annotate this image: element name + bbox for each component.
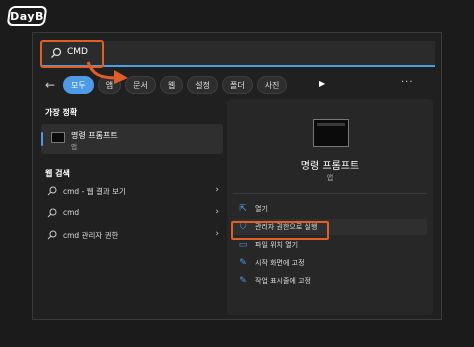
web-result-item[interactable]: cmd - 웹 결과 보기 ›	[41, 181, 223, 201]
action-list: ⇱ 열기 ⛉ 관리자 권한으로 실행 ▭ 파일 위치 열기 ✎ 시작 화면에 고…	[233, 201, 427, 291]
action-label: 작업 표시줄에 고정	[255, 277, 311, 285]
action-pin-to-start[interactable]: ✎ 시작 화면에 고정	[233, 255, 427, 271]
best-match-name: 명령 프롬프트	[71, 131, 118, 140]
detail-pane: 명령 프롬프트 앱 ⇱ 열기 ⛉ 관리자 권한으로 실행 ▭ 파일 위치 열기 …	[227, 99, 433, 315]
web-result-label: cmd 관리자 권한	[63, 231, 119, 240]
web-result-label: cmd	[63, 208, 80, 217]
more-options-icon[interactable]: ···	[401, 77, 414, 88]
play-icon[interactable]: ▶	[319, 79, 325, 88]
detail-app-name: 명령 프롬프트	[300, 161, 360, 172]
best-match-heading: 가장 정확	[45, 108, 78, 117]
back-arrow-icon[interactable]: ←	[41, 76, 59, 94]
watermark-logo: DayB	[8, 6, 46, 26]
web-search-heading: 웹 검색	[45, 169, 70, 178]
web-result-label: cmd - 웹 결과 보기	[63, 187, 126, 196]
action-label: 열기	[255, 205, 268, 213]
web-result-item[interactable]: cmd ›	[41, 203, 223, 223]
chevron-right-icon: ›	[215, 185, 219, 195]
filter-tab-settings[interactable]: 설정	[187, 76, 218, 94]
selection-indicator	[41, 132, 43, 146]
best-match-item[interactable]: 명령 프롬프트 앱	[41, 124, 223, 154]
search-icon	[47, 208, 57, 218]
command-prompt-large-icon	[313, 119, 349, 147]
filter-tab-folders[interactable]: 폴더	[221, 76, 253, 94]
web-result-item[interactable]: cmd 관리자 권한 ›	[41, 225, 223, 245]
admin-action-highlight-annotation	[231, 221, 329, 240]
folder-icon: ▭	[238, 240, 248, 250]
command-prompt-icon	[51, 132, 65, 143]
filter-tab-web[interactable]: 웹	[159, 76, 184, 94]
search-icon	[47, 186, 57, 196]
pin-icon: ✎	[239, 258, 247, 268]
annotation-arrow-icon	[86, 61, 128, 84]
pin-icon: ✎	[239, 276, 247, 286]
best-match-kind: 앱	[71, 143, 77, 151]
divider	[233, 193, 427, 194]
detail-app-kind: 앱	[326, 174, 334, 182]
search-icon	[47, 230, 57, 240]
results-list: 가장 정확 명령 프롬프트 앱 웹 검색 cmd - 웹 결과 보기 › cmd…	[41, 103, 223, 311]
action-label: 파일 위치 열기	[255, 241, 299, 249]
open-icon: ⇱	[239, 204, 247, 214]
action-pin-to-taskbar[interactable]: ✎ 작업 표시줄에 고정	[233, 273, 427, 289]
filter-bar: ← 모두 앱 문서 웹 설정 폴더 사진	[41, 75, 288, 95]
chevron-right-icon: ›	[215, 229, 219, 239]
action-label: 시작 화면에 고정	[255, 259, 305, 267]
action-open[interactable]: ⇱ 열기	[233, 201, 427, 217]
chevron-right-icon: ›	[215, 207, 219, 217]
filter-tab-photos[interactable]: 사진	[256, 76, 288, 94]
